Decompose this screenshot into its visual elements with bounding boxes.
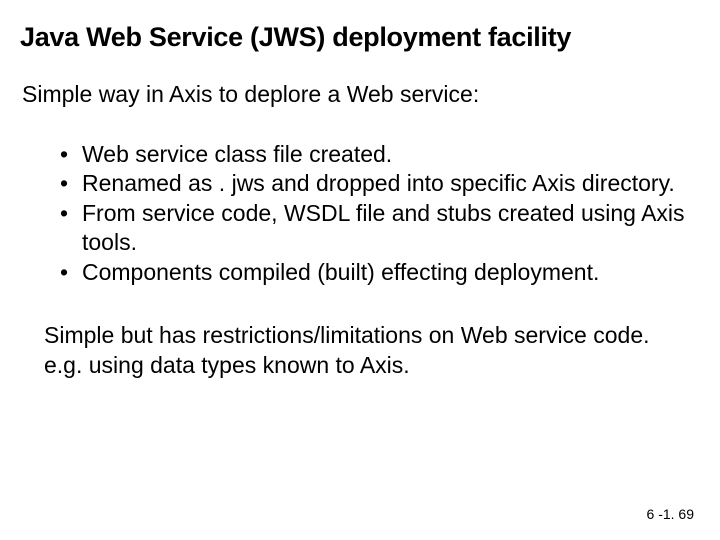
list-item: Renamed as . jws and dropped into specif… bbox=[60, 169, 700, 198]
closing-text: Simple but has restrictions/limitations … bbox=[20, 321, 700, 380]
slide-title: Java Web Service (JWS) deployment facili… bbox=[20, 22, 700, 53]
bullet-list: Web service class file created. Renamed … bbox=[20, 140, 700, 287]
list-item: From service code, WSDL file and stubs c… bbox=[60, 199, 700, 258]
page-number: 6 -1. 69 bbox=[647, 506, 694, 522]
list-item: Components compiled (built) effecting de… bbox=[60, 258, 700, 287]
intro-text: Simple way in Axis to deplore a Web serv… bbox=[20, 81, 700, 108]
list-item: Web service class file created. bbox=[60, 140, 700, 169]
